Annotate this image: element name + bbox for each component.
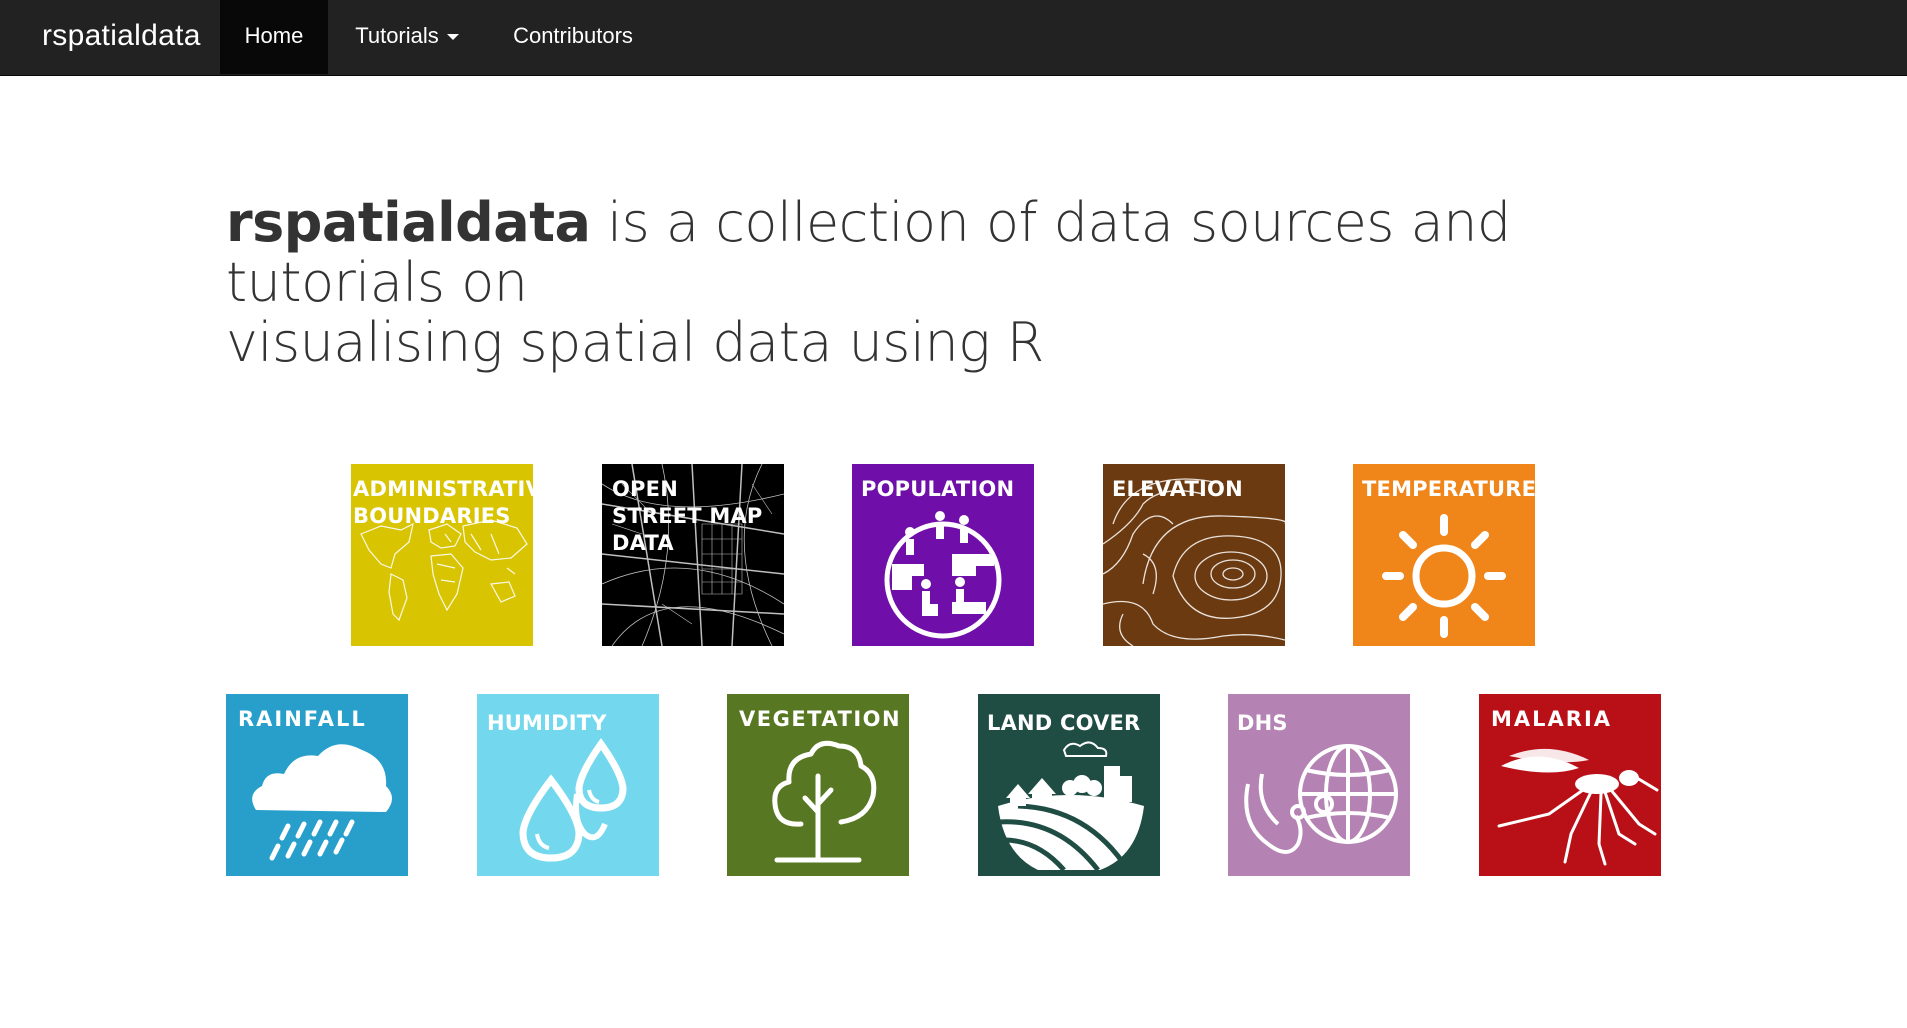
tile-elevation[interactable]: Elevation xyxy=(1103,464,1285,646)
tile-humidity[interactable]: Humidity xyxy=(477,694,659,876)
tile-malaria[interactable]: Malaria xyxy=(1479,694,1661,876)
tile-label: Population xyxy=(861,477,1015,501)
tile-dhs[interactable]: DHS xyxy=(1228,694,1410,876)
tile-label: Rainfall xyxy=(238,707,367,731)
nav-tutorials-label: Tutorials xyxy=(355,23,439,48)
hero-line2: visualising spatial data using R xyxy=(226,311,1044,374)
tile-land-cover[interactable]: Land Cover xyxy=(978,694,1160,876)
hero-headline: rspatialdata is a collection of data sou… xyxy=(226,193,1646,373)
tile-label: Elevation xyxy=(1112,477,1243,501)
tile-label: Temperature xyxy=(1362,477,1535,501)
tile-label: Humidity xyxy=(487,711,607,735)
nav-tutorials-dropdown[interactable]: Tutorials xyxy=(336,0,478,74)
nav-home-label: Home xyxy=(244,23,304,48)
tile-population[interactable]: Population xyxy=(852,464,1034,646)
tile-vegetation[interactable]: Vegetation xyxy=(727,694,909,876)
nav-contributors[interactable]: Contributors xyxy=(490,0,656,74)
tile-administrative-boundaries[interactable]: Administrative Boundaries xyxy=(351,464,533,646)
brand-link[interactable]: rspatialdata xyxy=(42,0,201,75)
tile-label: Malaria xyxy=(1491,707,1613,731)
caret-down-icon xyxy=(446,34,459,41)
nav-contributors-label: Contributors xyxy=(513,23,633,48)
tile-open-street-map[interactable]: Open Street Map Data xyxy=(602,464,784,646)
tile-label: Land Cover xyxy=(987,711,1141,735)
tile-temperature[interactable]: Temperature xyxy=(1353,464,1535,646)
hero-brand-word: rspatialdata xyxy=(226,191,591,254)
nav-home[interactable]: Home xyxy=(220,0,328,74)
tile-rainfall[interactable]: Rainfall xyxy=(226,694,408,876)
tile-label: Vegetation xyxy=(739,707,902,731)
tile-label: Administrative Boundaries xyxy=(353,477,533,528)
navbar: rspatialdata Home Tutorials Contributors xyxy=(0,0,1907,76)
tile-label: DHS xyxy=(1237,711,1288,735)
tile-label: Open Street Map Data xyxy=(612,477,763,555)
